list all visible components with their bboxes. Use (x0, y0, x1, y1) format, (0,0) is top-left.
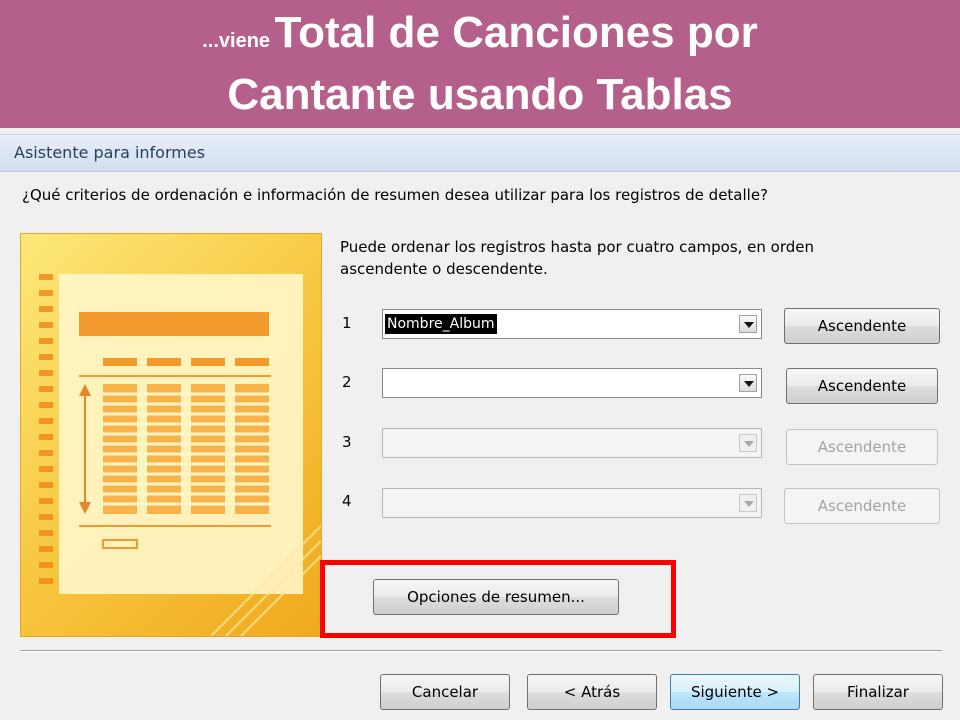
sort-row-2-number: 2 (342, 373, 352, 391)
sort-field-1-value: Nombre_Album (385, 314, 497, 334)
report-wizard-dialog: Asistente para informes ¿Qué criterios d… (0, 128, 960, 720)
sort-field-2-combo[interactable] (382, 368, 762, 398)
sort-order-2-button[interactable]: Ascendente (786, 368, 938, 404)
sort-order-4-button[interactable]: Ascendente (784, 488, 940, 524)
sort-row-3-number: 3 (342, 433, 352, 451)
sort-row-1-number: 1 (342, 314, 352, 332)
dialog-title: Asistente para informes (14, 143, 206, 162)
summary-options-button[interactable]: Opciones de resumen... (373, 579, 619, 615)
slide-title-line2: Cantante usando Tablas (227, 70, 733, 119)
dialog-titlebar[interactable]: Asistente para informes (0, 134, 960, 172)
chevron-down-icon[interactable] (739, 494, 757, 512)
slide-title-main: Total de Canciones por (274, 8, 758, 57)
slide-title-line1: ...viene Total de Canciones por (0, 8, 960, 58)
sort-order-1-button[interactable]: Ascendente (784, 308, 940, 344)
slide-title-prefix: ...viene (202, 30, 271, 52)
sort-row-4-number: 4 (342, 492, 352, 510)
report-preview-icon (20, 233, 322, 637)
sort-instructions: Puede ordenar los registros hasta por cu… (340, 238, 815, 278)
slide-banner: ...viene Total de Canciones por Cantante… (0, 0, 960, 128)
chevron-down-icon[interactable] (739, 434, 757, 452)
sort-field-1-combo[interactable]: Nombre_Album (382, 309, 762, 339)
footer-divider (20, 650, 942, 652)
back-button[interactable]: < Atrás (527, 674, 657, 710)
wizard-question: ¿Qué criterios de ordenación e informaci… (22, 186, 769, 204)
finish-button[interactable]: Finalizar (813, 674, 943, 710)
sort-field-3-combo[interactable] (382, 428, 762, 458)
next-button[interactable]: Siguiente > (670, 674, 800, 710)
cancel-button[interactable]: Cancelar (380, 674, 510, 710)
sort-order-3-button[interactable]: Ascendente (786, 429, 938, 465)
chevron-down-icon[interactable] (739, 374, 757, 392)
sort-field-4-combo[interactable] (382, 488, 762, 518)
chevron-down-icon[interactable] (739, 315, 757, 333)
